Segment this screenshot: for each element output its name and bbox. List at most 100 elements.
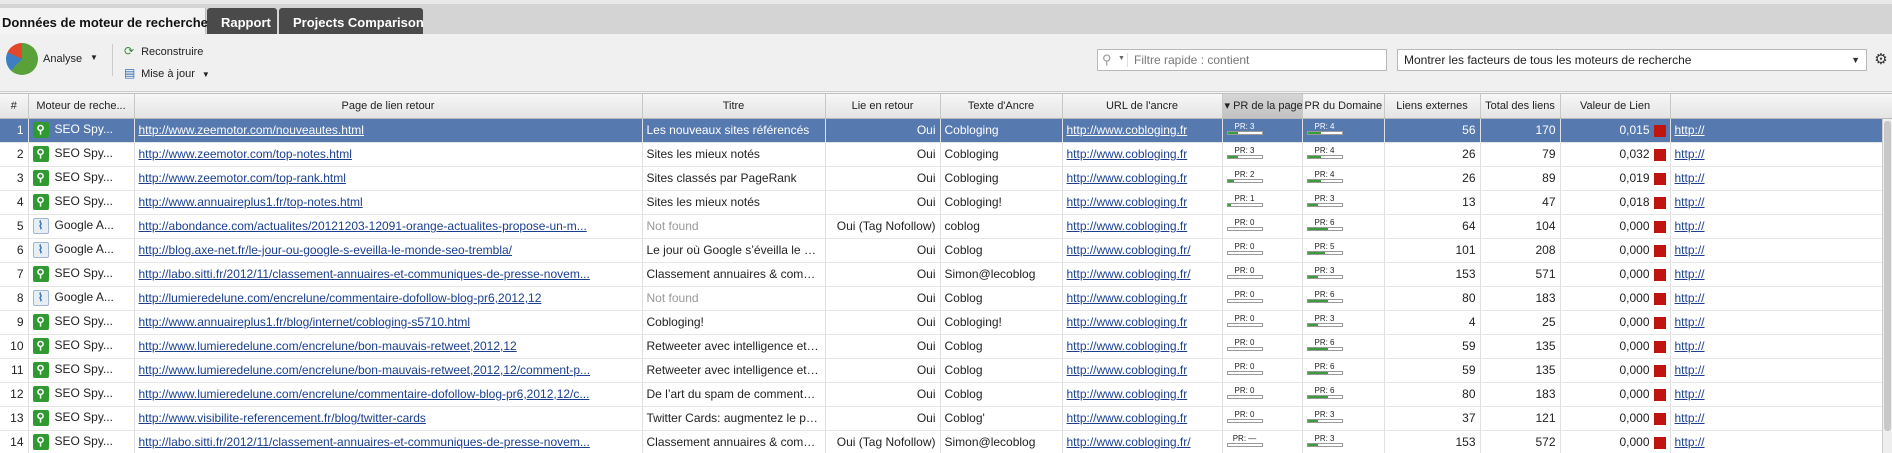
overflow-link[interactable]: http:// [1675,363,1705,377]
analyse-button[interactable]: Analyse ▼ [6,43,106,77]
anchor-url-link[interactable]: http://www.cobloging.fr [1067,363,1188,377]
col-backlink-page[interactable]: Page de lien retour [134,94,643,119]
anchor-url-link[interactable]: http://www.cobloging.fr [1067,123,1188,137]
anchor-url-link[interactable]: http://www.cobloging.fr [1067,339,1188,353]
backlink-page-link[interactable]: http://www.visibilite-referencement.fr/b… [139,411,426,425]
domain-pr-cell: PR: 3 [1302,406,1385,431]
update-button[interactable]: ▤ Mise à jour ▼ [124,65,210,81]
col-overflow[interactable] [1670,94,1892,119]
col-anchor-text[interactable]: Texte d'Ancre [940,94,1063,119]
page-pr-value: PR: 0 [1234,290,1255,300]
page-pr-value: PR: 3 [1234,146,1255,156]
overflow-link[interactable]: http:// [1675,171,1705,185]
overflow-link[interactable]: http:// [1675,123,1705,137]
backlink-page-link[interactable]: http://abondance.com/actualites/20121203… [139,219,587,233]
anchor-url-link[interactable]: http://www.cobloging.fr/ [1067,435,1191,449]
anchor-url-link[interactable]: http://www.cobloging.fr [1067,195,1188,209]
engine-name: SEO Spy... [54,434,113,449]
overflow-link[interactable]: http:// [1675,315,1705,329]
overflow-link[interactable]: http:// [1675,435,1705,449]
backlink-page-link[interactable]: http://blog.axe-net.fr/le-jour-ou-google… [139,243,513,257]
backlink-page-link[interactable]: http://labo.sitti.fr/2012/11/classement-… [139,267,590,281]
overflow-link[interactable]: http:// [1675,147,1705,161]
backlink-page-link[interactable]: http://lumieredelune.com/encrelune/comme… [139,291,542,305]
search-icon: ⚲ [1102,52,1112,67]
anchor-url-link[interactable]: http://www.cobloging.fr [1067,147,1188,161]
backlink-cell: Oui [825,334,941,359]
overflow-cell: http:// [1670,406,1892,431]
anchor-url-link[interactable]: http://www.cobloging.fr [1067,291,1188,305]
anchor-url-link[interactable]: http://www.cobloging.fr [1067,219,1188,233]
col-total-links[interactable]: Total des liens [1480,94,1561,119]
col-link-value[interactable]: Valeur de Lien [1560,94,1671,119]
toolbar: Analyse ▼ ⟳ Reconstruire ▤ Mise à jour ▼… [0,34,1892,92]
overflow-cell: http:// [1670,262,1892,287]
table-row[interactable]: 6 ⌇ Google A... http://blog.axe-net.fr/le-j… [0,238,1892,263]
page-pr-fill [1227,132,1238,135]
table-row[interactable]: 3 ⚲ SEO Spy... http://www.zeemotor.com/top-… [0,166,1892,191]
overflow-link[interactable]: http:// [1675,291,1705,305]
gear-icon[interactable]: ⚙ [1872,50,1890,70]
table-row[interactable]: 9 ⚲ SEO Spy... http://www.annuaireplus1.fr/… [0,310,1892,335]
backlink-page-link[interactable]: http://www.zeemotor.com/top-rank.html [139,171,346,185]
page-pr-meter: PR: 0 [1226,242,1263,256]
overflow-link[interactable]: http:// [1675,411,1705,425]
overflow-link[interactable]: http:// [1675,195,1705,209]
chevron-down-icon[interactable]: ▼ [1118,55,1125,62]
backlink-cell: Oui [825,382,941,407]
anchor-url-link[interactable]: http://www.cobloging.fr/ [1067,267,1191,281]
domain-pr-meter: PR: 6 [1306,362,1343,376]
col-anchor-url[interactable]: URL de l'ancre [1062,94,1223,119]
quick-filter-input[interactable] [1134,52,1382,68]
table-row[interactable]: 4 ⚲ SEO Spy... http://www.annuaireplus1.fr/… [0,190,1892,215]
anchor-url-link[interactable]: http://www.cobloging.fr [1067,315,1188,329]
overflow-link[interactable]: http:// [1675,387,1705,401]
backlink-page-link[interactable]: http://www.lumieredelune.com/encrelune/c… [139,387,590,401]
reconstruire-button[interactable]: ⟳ Reconstruire [124,43,203,59]
col-engine[interactable]: Moteur de reche... [28,94,135,119]
link-value-cell: 0,000 [1560,286,1671,311]
seo-spyglass-icon: ⚲ [32,194,49,210]
backlink-page-link[interactable]: http://www.zeemotor.com/nouveautes.html [139,123,364,137]
backlink-page-link[interactable]: http://www.zeemotor.com/top-notes.html [139,147,352,161]
overflow-link[interactable]: http:// [1675,243,1705,257]
backlink-page-link[interactable]: http://labo.sitti.fr/2012/11/classement-… [139,435,590,449]
col-external-links[interactable]: Liens externes [1384,94,1481,119]
col-index[interactable]: # [0,94,29,119]
domain-pr-cell: PR: 3 [1302,430,1385,453]
factors-select[interactable]: Montrer les facteurs de tous les moteurs… [1397,49,1867,71]
page-pr-cell: PR: 0 [1222,214,1303,239]
anchor-url-link[interactable]: http://www.cobloging.fr [1067,387,1188,401]
col-page-pr[interactable]: ▾ PR de la page [1222,94,1303,119]
table-row[interactable]: 11 ⚲ SEO Spy... http://www.lumieredelune.co… [0,358,1892,383]
table-row[interactable]: 12 ⚲ SEO Spy... http://www.lumieredelune.co… [0,382,1892,407]
overflow-link[interactable]: http:// [1675,219,1705,233]
table-row[interactable]: 13 ⚲ SEO Spy... http://www.visibilite-refer… [0,406,1892,431]
anchor-url-link[interactable]: http://www.cobloging.fr [1067,171,1188,185]
link-value: 0,000 [1619,243,1650,257]
total-links-cell: 183 [1480,286,1561,311]
anchor-url-link[interactable]: http://www.cobloging.fr/ [1067,243,1191,257]
col-domain-pr[interactable]: PR du Domaine [1302,94,1385,119]
overflow-link[interactable]: http:// [1675,267,1705,281]
backlink-page-link[interactable]: http://www.annuaireplus1.fr/top-notes.ht… [139,195,363,209]
quick-filter[interactable]: ⚲ ▼ [1097,49,1387,71]
table-row[interactable]: 2 ⚲ SEO Spy... http://www.zeemotor.com/top-… [0,142,1892,167]
search-divider [1127,53,1128,67]
col-backlink[interactable]: Lie en retour [825,94,941,119]
anchor-url-link[interactable]: http://www.cobloging.fr [1067,411,1188,425]
overflow-link[interactable]: http:// [1675,339,1705,353]
table-row[interactable]: 7 ⚲ SEO Spy... http://labo.sitti.fr/2012/11… [0,262,1892,287]
table-row[interactable]: 14 ⚲ SEO Spy... http://labo.sitti.fr/2012/1… [0,430,1892,453]
table-row[interactable]: 8 ⌇ Google A... http://lumieredelune.com/en… [0,286,1892,311]
scrollbar-thumb[interactable] [1884,121,1891,431]
engine-cell: ⌇ Google A... [28,214,135,239]
vertical-scrollbar[interactable] [1882,119,1892,453]
backlink-page-link[interactable]: http://www.lumieredelune.com/encrelune/b… [139,363,591,377]
table-row[interactable]: 5 ⌇ Google A... http://abondance.com/actual… [0,214,1892,239]
table-row[interactable]: 10 ⚲ SEO Spy... http://www.lumieredelune.co… [0,334,1892,359]
backlink-page-link[interactable]: http://www.annuaireplus1.fr/blog/interne… [139,315,471,329]
col-title[interactable]: Titre [642,94,826,119]
table-row[interactable]: 1 ⚲ SEO Spy... http://www.zeemotor.com/nouv… [0,118,1892,143]
backlink-page-link[interactable]: http://www.lumieredelune.com/encrelune/b… [139,339,517,353]
